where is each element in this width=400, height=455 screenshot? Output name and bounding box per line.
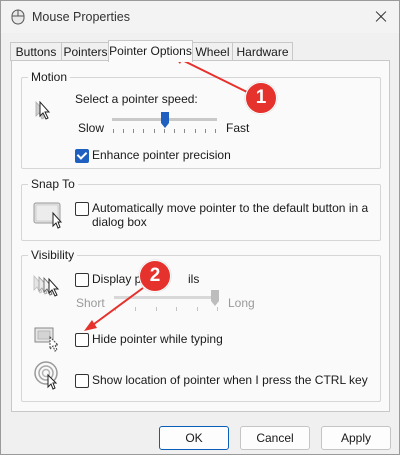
slider-tick bbox=[174, 129, 175, 133]
motion-group: Motion Select a pointer speed: Slow Fast… bbox=[21, 70, 381, 169]
visibility-group-title: Visibility bbox=[28, 248, 78, 262]
trail-length-slider[interactable] bbox=[114, 288, 219, 312]
close-icon[interactable] bbox=[369, 5, 393, 29]
trail-length-thumb[interactable] bbox=[211, 290, 219, 306]
pointer-trails-icon bbox=[32, 272, 66, 303]
slider-tick bbox=[215, 129, 216, 133]
slider-tick bbox=[113, 129, 114, 133]
slider-tick bbox=[184, 129, 185, 133]
pointer-trails-checkbox[interactable] bbox=[75, 273, 89, 287]
trail-slider-tick bbox=[176, 307, 177, 311]
tab-buttons[interactable]: Buttons bbox=[10, 42, 62, 61]
mouse-properties-window: Mouse Properties Buttons Pointers Pointe… bbox=[0, 0, 400, 455]
snap-to-group-title: Snap To bbox=[28, 177, 78, 191]
tab-pointer-options[interactable]: Pointer Options bbox=[108, 40, 193, 62]
trail-short-label: Short bbox=[76, 296, 105, 310]
visibility-group: Visibility Display po ils Short Long Hid… bbox=[21, 248, 381, 402]
snap-to-label-line1: Automatically move pointer to the defaul… bbox=[92, 201, 369, 215]
motion-group-title: Motion bbox=[28, 70, 71, 84]
mouse-app-icon bbox=[11, 9, 25, 25]
ok-button[interactable]: OK bbox=[159, 426, 229, 450]
pointer-speed-label: Select a pointer speed: bbox=[75, 92, 198, 106]
fast-label: Fast bbox=[226, 121, 250, 135]
slow-label: Slow bbox=[78, 121, 105, 135]
enhance-precision-label: Enhance pointer precision bbox=[92, 148, 231, 162]
pointer-speed-icon bbox=[33, 98, 59, 127]
title-bar: Mouse Properties bbox=[1, 1, 399, 33]
slider-tick bbox=[164, 129, 165, 133]
tab-pointers[interactable]: Pointers bbox=[61, 42, 110, 61]
slider-tick bbox=[205, 129, 206, 133]
hide-pointer-label: Hide pointer while typing bbox=[92, 332, 223, 346]
snap-to-group: Snap To Automatically move pointer to th… bbox=[21, 177, 381, 241]
trail-slider-tick bbox=[156, 307, 157, 311]
enhance-precision-checkbox[interactable] bbox=[75, 149, 89, 163]
trail-slider-tick bbox=[217, 307, 218, 311]
hide-pointer-icon bbox=[34, 324, 64, 355]
snap-to-checkbox[interactable] bbox=[75, 202, 89, 216]
snap-to-button-icon bbox=[33, 201, 67, 232]
slider-tick bbox=[154, 129, 155, 133]
pointer-options-panel: Motion Select a pointer speed: Slow Fast… bbox=[11, 60, 390, 412]
apply-button[interactable]: Apply bbox=[321, 426, 391, 450]
show-location-checkbox[interactable] bbox=[75, 374, 89, 388]
slider-tick bbox=[123, 129, 124, 133]
show-location-icon bbox=[34, 359, 66, 394]
trail-slider-tick bbox=[135, 307, 136, 311]
window-title: Mouse Properties bbox=[32, 10, 130, 24]
pointer-trails-label-end: ils bbox=[188, 272, 200, 286]
slider-tick bbox=[143, 129, 144, 133]
pointer-speed-thumb[interactable] bbox=[161, 112, 169, 128]
trail-slider-track bbox=[114, 296, 219, 299]
trail-long-label: Long bbox=[228, 296, 255, 310]
slider-tick bbox=[195, 129, 196, 133]
tab-hardware[interactable]: Hardware bbox=[232, 42, 293, 61]
tab-wheel[interactable]: Wheel bbox=[192, 42, 233, 61]
pointer-speed-slider[interactable] bbox=[112, 112, 217, 136]
slider-tick bbox=[133, 129, 134, 133]
annotation-badge-2: 2 bbox=[139, 260, 171, 292]
cancel-button[interactable]: Cancel bbox=[240, 426, 310, 450]
trail-slider-tick bbox=[115, 307, 116, 311]
hide-pointer-checkbox[interactable] bbox=[75, 333, 89, 347]
show-location-label: Show location of pointer when I press th… bbox=[92, 373, 368, 387]
trail-slider-tick bbox=[197, 307, 198, 311]
snap-to-label-line2: dialog box bbox=[92, 215, 147, 229]
annotation-badge-1: 1 bbox=[245, 82, 277, 114]
